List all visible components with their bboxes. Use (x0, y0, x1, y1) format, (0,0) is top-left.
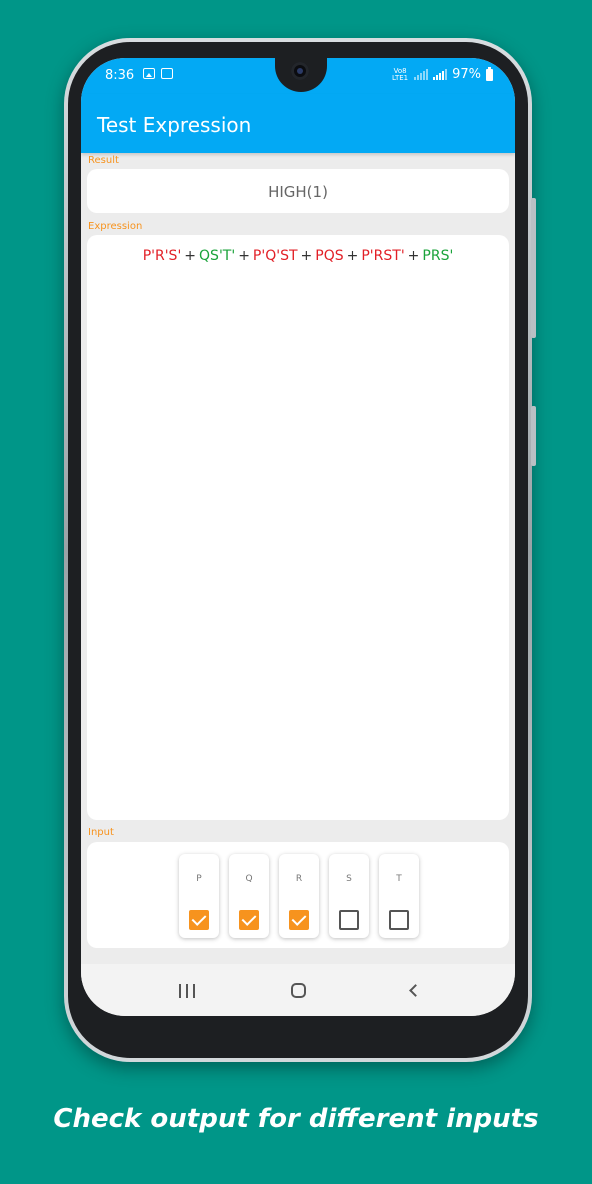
promo-caption: Check output for different inputs (53, 1104, 539, 1134)
signal-icon-2 (433, 69, 448, 80)
expression-term: P'Q'ST (252, 248, 298, 264)
result-label: Result (88, 155, 119, 166)
checkbox-s[interactable] (339, 910, 359, 930)
checkbox-t[interactable] (389, 910, 409, 930)
expression-term: PQS (315, 248, 344, 264)
variable-name: S (346, 874, 352, 884)
variable-name: Q (245, 874, 253, 884)
image-icon (143, 68, 155, 79)
camera-icon (291, 62, 309, 80)
input-variable-s: S (329, 854, 369, 938)
notification-icons (143, 68, 173, 79)
status-time: 8:36 (105, 68, 135, 83)
variable-name: T (396, 874, 402, 884)
expression-label: Expression (88, 221, 143, 232)
plus-operator: + (407, 248, 420, 264)
recent-apps-icon[interactable] (179, 984, 195, 998)
network-type: Vo8 LTE1 (392, 66, 409, 82)
camera-notch (275, 58, 327, 92)
battery-icon (486, 66, 493, 81)
power-button (531, 406, 536, 466)
battery-percent: 97% (452, 67, 481, 82)
expression-text: P'R'S' + QS'T' + P'Q'ST + PQS + P'RST' + PRS' (87, 248, 509, 264)
checkbox-p[interactable] (189, 910, 209, 930)
volume-button (531, 198, 536, 338)
signal-icon (414, 69, 429, 80)
plus-operator: + (300, 248, 313, 264)
checkbox-q[interactable] (239, 910, 259, 930)
result-card: HIGH(1) (87, 169, 509, 213)
status-bar: 8:36 Vo8 LTE1 97% (81, 58, 515, 94)
checkbox-r[interactable] (289, 910, 309, 930)
expression-term: P'RST' (361, 248, 405, 264)
variable-name: R (295, 874, 303, 884)
status-right: Vo8 LTE1 97% (391, 66, 493, 82)
input-variable-p: P (179, 854, 219, 938)
variable-name: P (196, 874, 202, 884)
app-bar: Test Expression (81, 94, 515, 153)
plus-operator: + (184, 248, 197, 264)
input-variables: P Q R S T (179, 854, 419, 938)
input-variable-q: Q (229, 854, 269, 938)
input-label: Input (88, 827, 114, 838)
phone-screen: 8:36 Vo8 LTE1 97% Test Expression Result… (81, 58, 515, 1016)
plus-operator: + (346, 248, 359, 264)
home-icon[interactable] (291, 983, 306, 998)
expression-term: PRS' (422, 248, 454, 264)
back-icon[interactable] (409, 984, 422, 997)
app-v-icon (161, 68, 173, 79)
expression-card: P'R'S' + QS'T' + P'Q'ST + PQS + P'RST' + PRS' (87, 235, 509, 820)
page-title: Test Expression (97, 113, 252, 137)
expression-term: P'R'S' (142, 248, 182, 264)
input-variable-t: T (379, 854, 419, 938)
expression-term: QS'T' (199, 248, 236, 264)
result-value: HIGH(1) (268, 183, 328, 201)
input-card: P Q R S T (87, 842, 509, 948)
input-variable-r: R (279, 854, 319, 938)
navigation-bar (81, 964, 515, 1016)
plus-operator: + (238, 248, 250, 264)
